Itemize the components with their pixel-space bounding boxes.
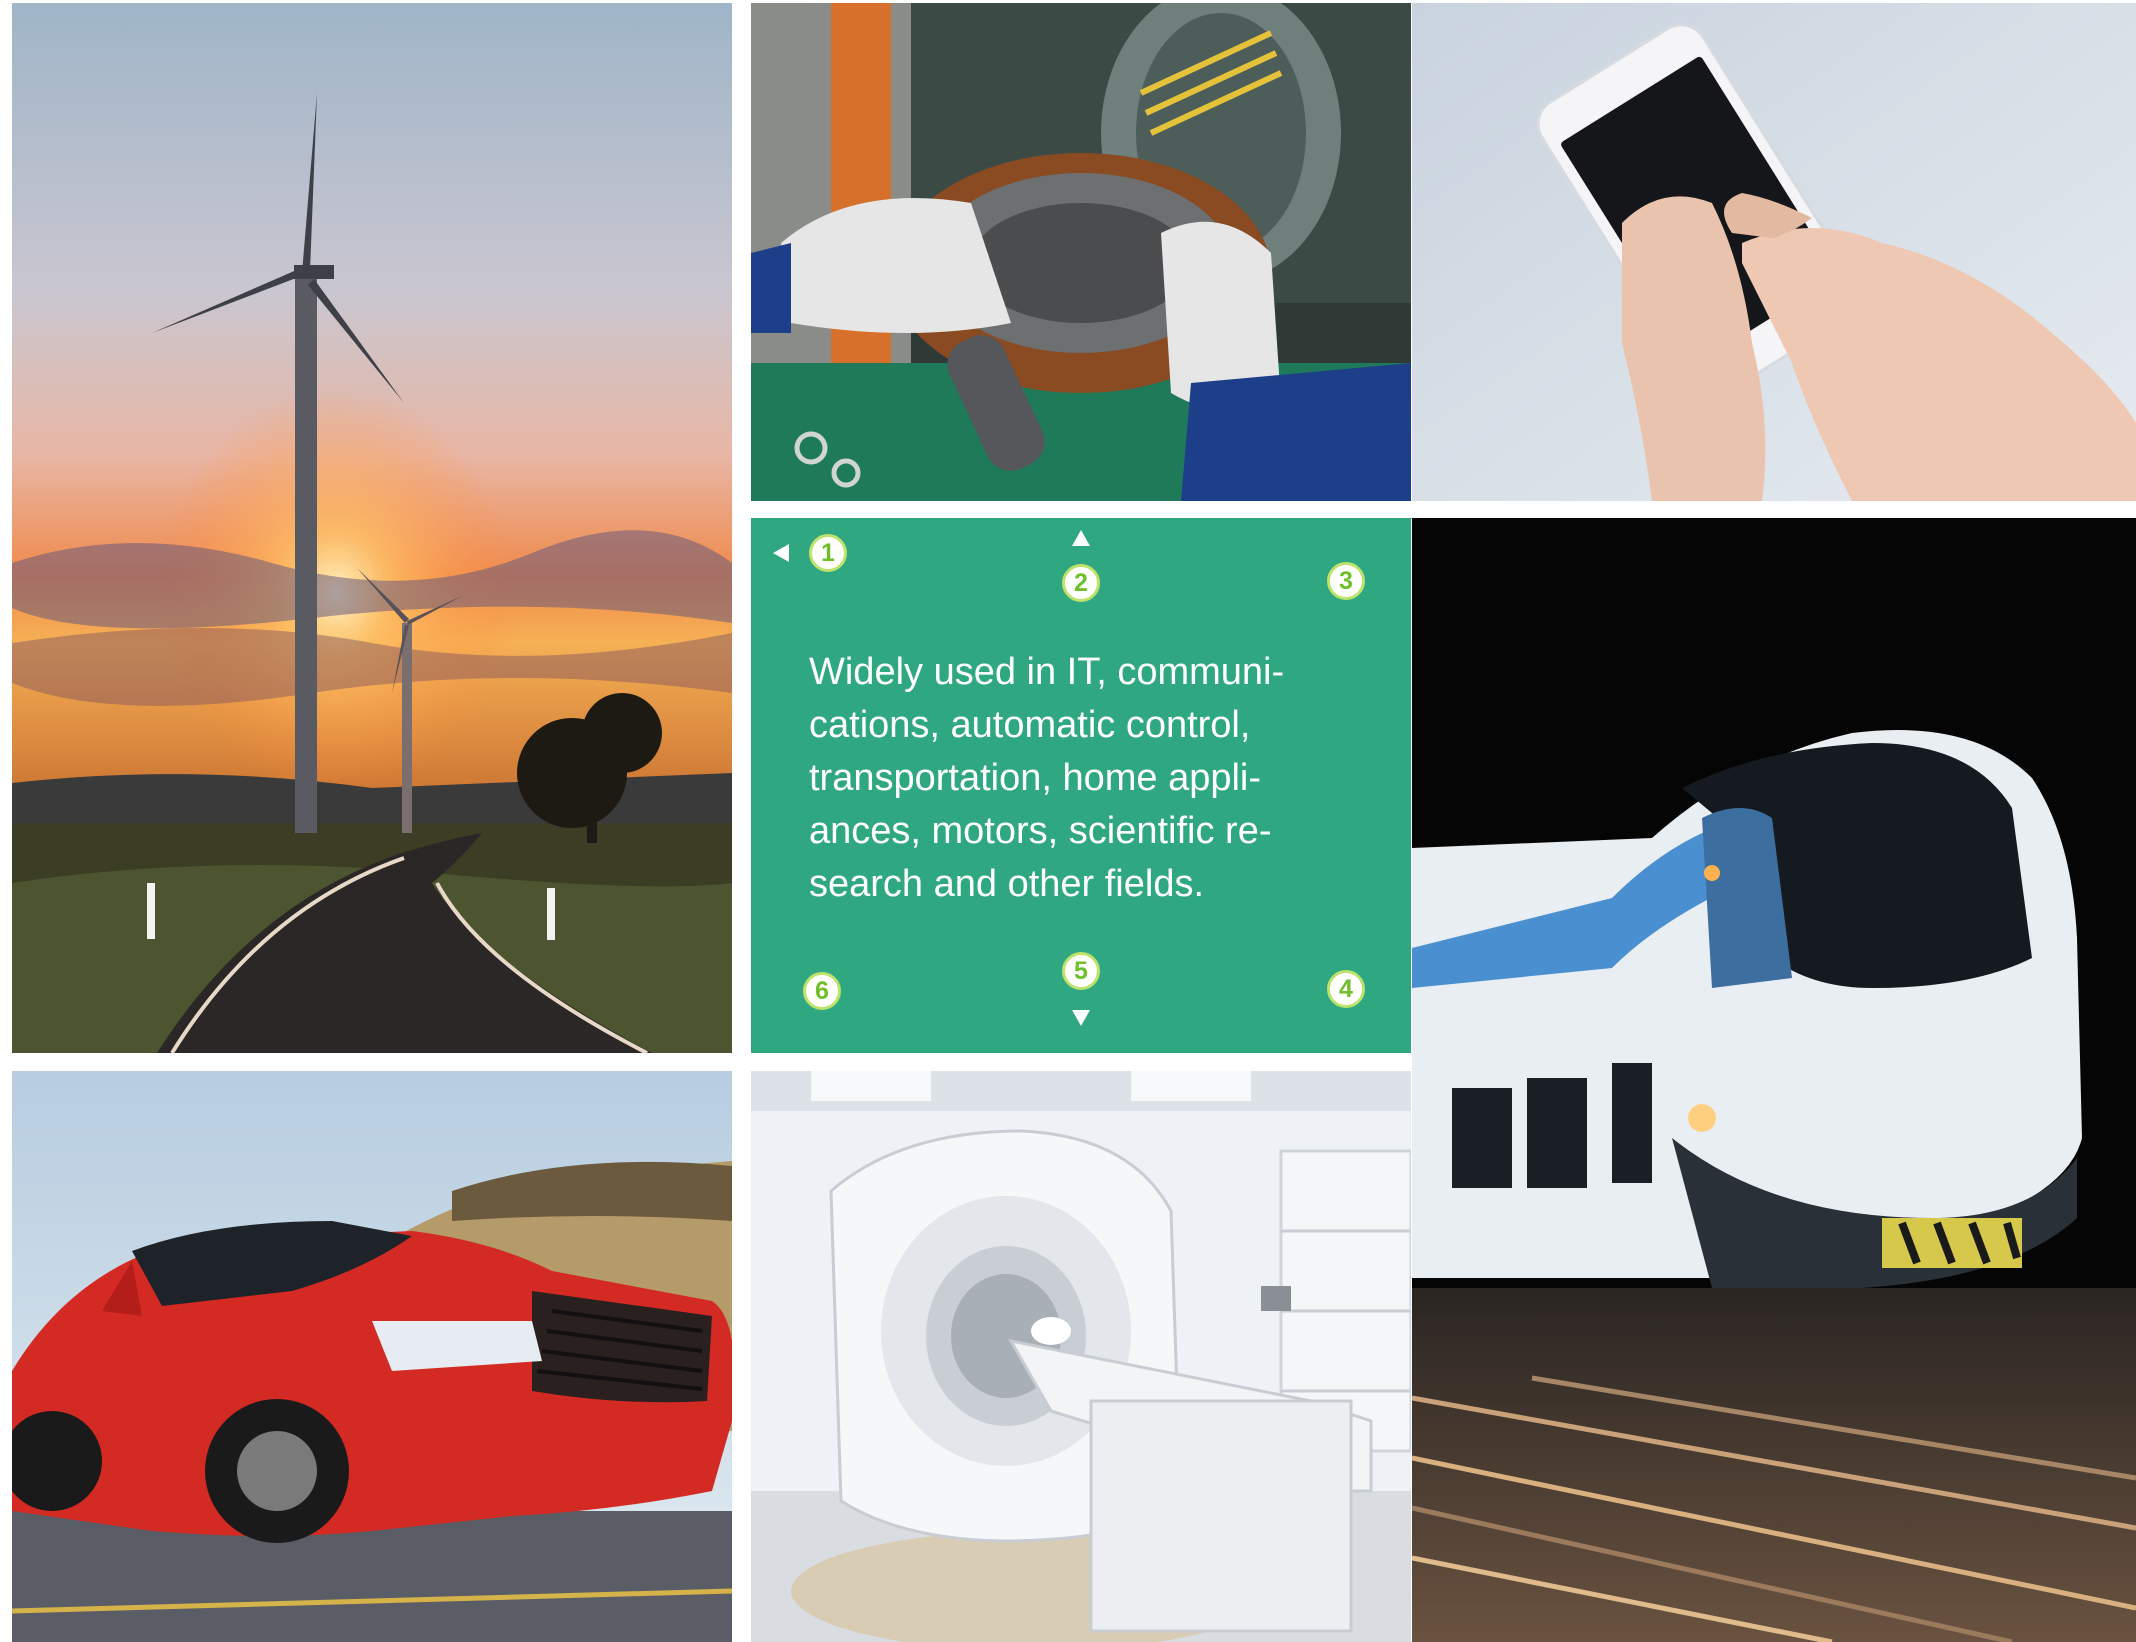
arrow-down-right-icon (1369, 1006, 1411, 1053)
arrow-left-icon (773, 544, 789, 562)
application-fields-text: Widely used in IT, communi- cations, aut… (809, 651, 1285, 905)
application-fields-panel: Widely used in IT, communi- cations, aut… (751, 518, 1411, 1053)
motor-stator-winding-photo (751, 3, 1411, 501)
arrow-up-icon (1072, 530, 1090, 546)
high-speed-train-photo (1412, 518, 2136, 1642)
arrow-down-left-icon (779, 1006, 1411, 1053)
red-car-driving-photo (12, 1071, 732, 1642)
arrow-down-icon (1072, 1010, 1090, 1026)
arrow-up-right-icon (1367, 542, 1411, 1053)
marker-2-badge: 2 (1062, 564, 1100, 602)
marker-6-badge: 6 (803, 972, 841, 1010)
marker-3-badge: 3 (1327, 562, 1365, 600)
smartphone-touch-photo (1412, 3, 2136, 501)
mri-scanner-room-photo (751, 1071, 1411, 1642)
marker-4-badge: 4 (1327, 970, 1365, 1008)
wind-turbines-sunset-photo (12, 3, 732, 1053)
marker-1-badge: 1 (809, 534, 847, 572)
marker-5-badge: 5 (1062, 952, 1100, 990)
